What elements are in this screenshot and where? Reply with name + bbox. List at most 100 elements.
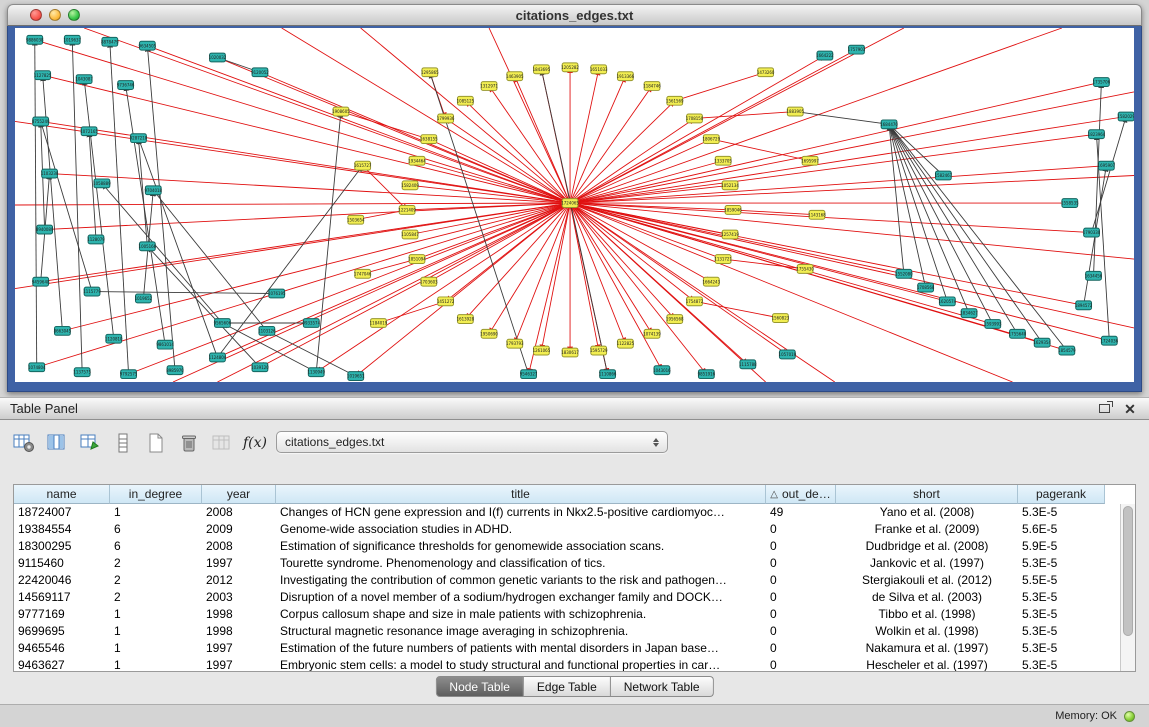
network-node[interactable]: 1561569 — [666, 96, 684, 105]
network-node[interactable]: 1754872 — [686, 297, 704, 306]
cell-name[interactable]: 9699695 — [14, 623, 110, 640]
cell-year[interactable]: 2009 — [202, 521, 276, 538]
network-node[interactable]: 1124804 — [209, 353, 227, 362]
network-node[interactable]: 1120810 — [105, 334, 123, 343]
column-header-in_degree[interactable]: in_degree — [110, 485, 202, 504]
network-node[interactable]: 1019637 — [63, 35, 81, 44]
cell-in_degree[interactable]: 1 — [110, 606, 202, 623]
network-node[interactable]: 1664222 — [816, 51, 834, 60]
column-header-title[interactable]: title — [276, 485, 766, 504]
cell-title[interactable]: Estimation of significance thresholds fo… — [276, 538, 766, 555]
network-node[interactable]: 1128079 — [87, 235, 105, 244]
cell-name[interactable]: 18724007 — [14, 504, 110, 521]
cell-out_degree[interactable]: 0 — [766, 589, 836, 606]
network-node[interactable]: 9634505 — [139, 41, 157, 50]
cell-year[interactable]: 2008 — [202, 504, 276, 521]
network-node[interactable]: 1451272 — [437, 297, 455, 306]
table-row[interactable]: 946554611997Estimation of the future num… — [14, 640, 1135, 657]
cell-out_degree[interactable]: 0 — [766, 606, 836, 623]
cell-out_degree[interactable]: 0 — [766, 538, 836, 555]
cell-name[interactable]: 9777169 — [14, 606, 110, 623]
cell-short[interactable]: Wolkin et al. (1998) — [836, 623, 1018, 640]
network-node[interactable]: 1755430 — [796, 264, 814, 273]
network-node[interactable]: 1057019 — [779, 350, 797, 359]
network-node[interactable]: 1058889 — [93, 179, 111, 188]
network-node[interactable]: 1629354 — [1033, 338, 1051, 347]
network-node[interactable]: 1019652 — [135, 294, 153, 303]
tab-network-table[interactable]: Network Table — [611, 676, 714, 697]
network-canvas[interactable]: 1724065185904612574191131721166424317548… — [15, 28, 1134, 382]
cell-in_degree[interactable]: 6 — [110, 521, 202, 538]
network-node[interactable]: 1757903 — [848, 45, 866, 54]
network-node[interactable]: 1221409 — [398, 205, 416, 214]
network-node[interactable]: 1724036 — [1101, 336, 1119, 345]
network-node[interactable]: 1072165 — [80, 127, 98, 136]
network-node[interactable]: 1103126 — [258, 326, 276, 335]
network-node[interactable]: 1257419 — [721, 230, 739, 239]
cell-out_degree[interactable]: 0 — [766, 640, 836, 657]
network-node[interactable]: 9736746 — [117, 81, 135, 90]
network-window-titlebar[interactable]: citations_edges.txt — [7, 4, 1142, 26]
cell-in_degree[interactable]: 1 — [110, 504, 202, 521]
network-node[interactable]: 1695907 — [1098, 161, 1116, 170]
network-node[interactable]: 1205282 — [561, 63, 579, 72]
cell-year[interactable]: 1998 — [202, 606, 276, 623]
network-node[interactable]: 1558535 — [1061, 199, 1079, 208]
cell-name[interactable]: 9463627 — [14, 657, 110, 671]
network-node[interactable]: 1582409 — [401, 181, 419, 190]
network-node[interactable]: 1799936 — [437, 114, 455, 123]
edit-table-button[interactable] — [76, 430, 104, 456]
cell-in_degree[interactable]: 1 — [110, 640, 202, 657]
cell-title[interactable]: Changes of HCN gene expression and I(f) … — [276, 504, 766, 521]
cell-title[interactable]: Embryonic stem cells: a model to study s… — [276, 657, 766, 671]
cell-year[interactable]: 1997 — [202, 640, 276, 657]
network-node[interactable]: 1934464 — [408, 156, 426, 165]
network-node[interactable]: 1122825 — [617, 339, 635, 348]
network-node[interactable]: 1851094 — [408, 255, 426, 264]
table-selector-dropdown[interactable]: citations_edges.txt — [276, 431, 668, 453]
network-node[interactable]: 1793793 — [506, 339, 524, 348]
network-node[interactable]: 9546327 — [520, 370, 538, 379]
network-node[interactable]: 9287218 — [130, 134, 148, 143]
network-node[interactable]: 1074139 — [643, 329, 661, 338]
cell-year[interactable]: 2008 — [202, 538, 276, 555]
cell-name[interactable]: 9465546 — [14, 640, 110, 657]
network-node[interactable]: 1823964 — [1088, 130, 1106, 139]
network-node[interactable]: 1638155 — [420, 135, 438, 144]
cell-pagerank[interactable]: 5.3E-5 — [1018, 589, 1105, 606]
cell-in_degree[interactable]: 2 — [110, 555, 202, 572]
network-node[interactable]: 1463905 — [506, 72, 524, 81]
cell-pagerank[interactable]: 5.3E-5 — [1018, 606, 1105, 623]
network-node[interactable]: 1883905 — [786, 107, 804, 116]
network-node[interactable]: 1143168 — [808, 210, 826, 219]
cell-out_degree[interactable]: 0 — [766, 572, 836, 589]
network-node[interactable]: 1333705 — [714, 156, 732, 165]
network-node[interactable]: 9933574 — [303, 319, 321, 328]
cell-out_degree[interactable]: 0 — [766, 657, 836, 671]
cell-short[interactable]: Nakamura et al. (1997) — [836, 640, 1018, 657]
network-node[interactable]: 1615727 — [354, 161, 372, 170]
cell-year[interactable]: 2003 — [202, 589, 276, 606]
network-node[interactable]: 1184019 — [370, 319, 388, 328]
cell-out_degree[interactable]: 49 — [766, 504, 836, 521]
network-node[interactable]: 1950690 — [480, 329, 498, 338]
network-node[interactable]: 1110866 — [599, 370, 617, 379]
table-row[interactable]: 1872400712008Changes of HCN gene express… — [14, 504, 1135, 521]
cell-year[interactable]: 1998 — [202, 623, 276, 640]
network-node[interactable]: 1105847 — [401, 230, 419, 239]
cell-pagerank[interactable]: 5.9E-5 — [1018, 538, 1105, 555]
network-node[interactable]: 1137575 — [73, 368, 91, 377]
cell-title[interactable]: Disruption of a novel member of a sodium… — [276, 589, 766, 606]
cell-title[interactable]: Estimation of the future numbers of pati… — [276, 640, 766, 657]
network-node[interactable]: 1130949 — [307, 368, 325, 377]
table-row[interactable]: 911546021997Tourette syndrome. Phenomeno… — [14, 555, 1135, 572]
network-node[interactable]: 1076195 — [268, 289, 286, 298]
network-node[interactable]: 1834627 — [960, 309, 978, 318]
network-node[interactable]: 9886038 — [26, 35, 44, 44]
network-node[interactable]: 1127825 — [34, 71, 52, 80]
cell-short[interactable]: Dudbridge et al. (2008) — [836, 538, 1018, 555]
cell-in_degree[interactable]: 1 — [110, 657, 202, 671]
import-table-button[interactable] — [208, 430, 236, 456]
cell-name[interactable]: 19384554 — [14, 521, 110, 538]
network-node[interactable]: 1052134 — [721, 181, 739, 190]
